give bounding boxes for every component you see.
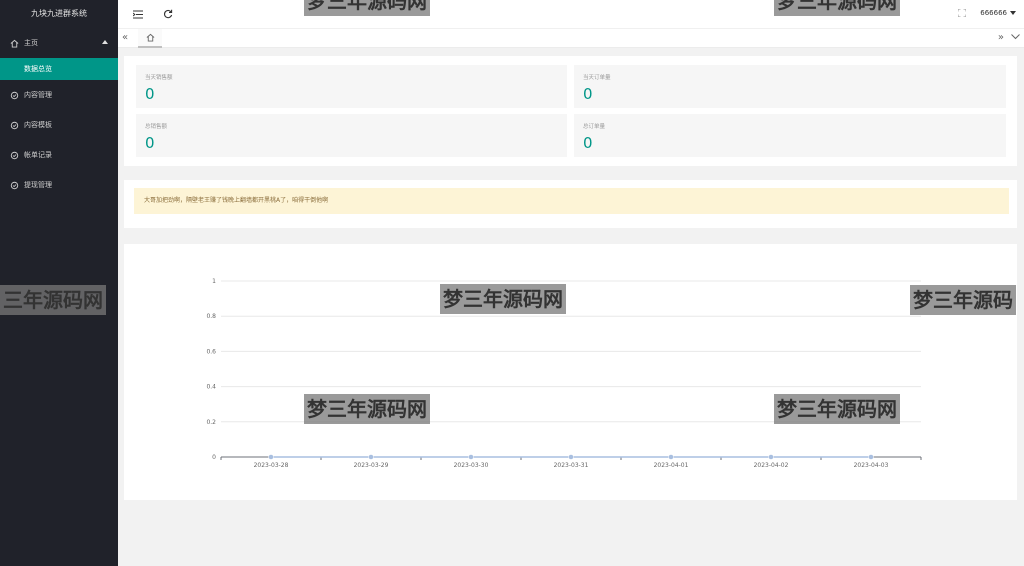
stat-value: 0 xyxy=(583,134,593,152)
data-point xyxy=(268,454,274,460)
shield-check-icon xyxy=(10,181,19,190)
x-tick-label: 2023-03-29 xyxy=(354,462,389,469)
notice-banner: 大哥加把劲啊，隔壁老王赚了钱晚上翻墙都开黑桃A了，咱得干倒他啊 xyxy=(134,188,1009,214)
stat-label: 总销售额 xyxy=(145,124,168,130)
watermark: 梦三年源码网 xyxy=(440,284,566,314)
username: 666666 xyxy=(980,9,1007,17)
sidebar-subitem-overview[interactable]: 数据总览 xyxy=(0,58,118,80)
user-menu[interactable]: 666666 xyxy=(980,9,1016,17)
stat-label: 总订单量 xyxy=(583,124,606,130)
y-tick-label: 0.2 xyxy=(206,419,216,426)
data-point xyxy=(368,454,374,460)
shield-check-icon xyxy=(10,91,19,100)
sidebar-item-withdraw[interactable]: 提现管理 xyxy=(0,170,118,200)
data-point xyxy=(768,454,774,460)
data-point xyxy=(668,454,674,460)
sidebar-item-label: 主页 xyxy=(24,39,38,47)
sidebar-item-label: 帐单记录 xyxy=(24,151,52,159)
sidebar-item-label: 内容模板 xyxy=(24,121,52,129)
chevron-up-icon xyxy=(102,40,108,44)
y-tick-label: 0.4 xyxy=(206,384,216,391)
home-icon xyxy=(10,39,19,48)
stat-label: 当天订单量 xyxy=(583,75,611,81)
data-point xyxy=(468,454,474,460)
sidebar-item-home[interactable]: 主页 xyxy=(0,28,118,58)
sidebar-item-label: 内容管理 xyxy=(24,91,52,99)
home-icon xyxy=(146,33,154,42)
sidebar-item-bills[interactable]: 帐单记录 xyxy=(0,140,118,170)
x-tick-label: 2023-03-30 xyxy=(454,462,489,469)
watermark: 梦三年源码网 xyxy=(304,394,430,424)
shield-check-icon xyxy=(10,151,19,160)
refresh-icon[interactable] xyxy=(162,8,174,20)
menu-fold-icon[interactable] xyxy=(132,8,144,20)
x-tick-label: 2023-04-03 xyxy=(854,462,889,469)
shield-check-icon xyxy=(10,121,19,130)
x-tick-label: 2023-03-28 xyxy=(254,462,289,469)
stat-label: 当天销售额 xyxy=(145,75,173,81)
chart-card: 0 0.2 0.4 0.6 0.8 1 2023-03-28 2023-03-29 2023-0… xyxy=(124,244,1017,500)
data-point xyxy=(868,454,874,460)
sidebar-item-label: 提现管理 xyxy=(24,181,52,189)
y-tick-label: 1 xyxy=(212,278,216,285)
chevron-down-icon[interactable] xyxy=(1011,34,1020,42)
stat-value: 0 xyxy=(145,85,155,103)
app-logo: 九块九进群系统 xyxy=(31,9,87,18)
stat-total-sales: 总销售额 0 xyxy=(136,114,567,157)
stat-total-orders: 总订单量 0 xyxy=(574,114,1006,157)
stats-card: 当天销售额 0 当天订单量 0 总销售额 0 总订单量 0 xyxy=(124,56,1017,166)
stat-value: 0 xyxy=(145,134,155,152)
tab-home[interactable] xyxy=(138,29,162,48)
double-chevron-left-icon[interactable]: « xyxy=(122,32,128,43)
sidebar-item-content[interactable]: 内容管理 xyxy=(0,80,118,110)
data-point xyxy=(568,454,574,460)
x-tick-label: 2023-04-02 xyxy=(754,462,789,469)
y-tick-label: 0.8 xyxy=(206,313,216,320)
sidebar: 九块九进群系统 主页 数据总览 内容管理 内容模板 帐单记录 提现管理 xyxy=(0,0,118,566)
watermark: 梦三年源码网 xyxy=(774,0,900,16)
watermark: 梦三年源码网 xyxy=(774,394,900,424)
caret-down-icon xyxy=(1010,11,1016,15)
y-tick-label: 0.6 xyxy=(206,348,216,355)
watermark: 梦三年源码 xyxy=(910,285,1016,315)
x-tick-label: 2023-04-01 xyxy=(654,462,689,469)
stat-today-orders: 当天订单量 0 xyxy=(574,65,1006,108)
double-chevron-right-icon[interactable]: » xyxy=(998,32,1004,43)
stat-today-sales: 当天销售额 0 xyxy=(136,65,567,108)
fullscreen-icon[interactable] xyxy=(957,8,967,19)
stat-value: 0 xyxy=(583,85,593,103)
y-tick-label: 0 xyxy=(212,454,216,461)
watermark: 三年源码网 xyxy=(0,285,106,315)
tab-bar: « » xyxy=(118,28,1024,48)
line-chart: 0 0.2 0.4 0.6 0.8 1 2023-03-28 2023-03-29 2023-0… xyxy=(206,278,922,469)
x-tick-label: 2023-03-31 xyxy=(554,462,589,469)
watermark: 梦三年源码网 xyxy=(304,0,430,16)
sidebar-item-template[interactable]: 内容模板 xyxy=(0,110,118,140)
